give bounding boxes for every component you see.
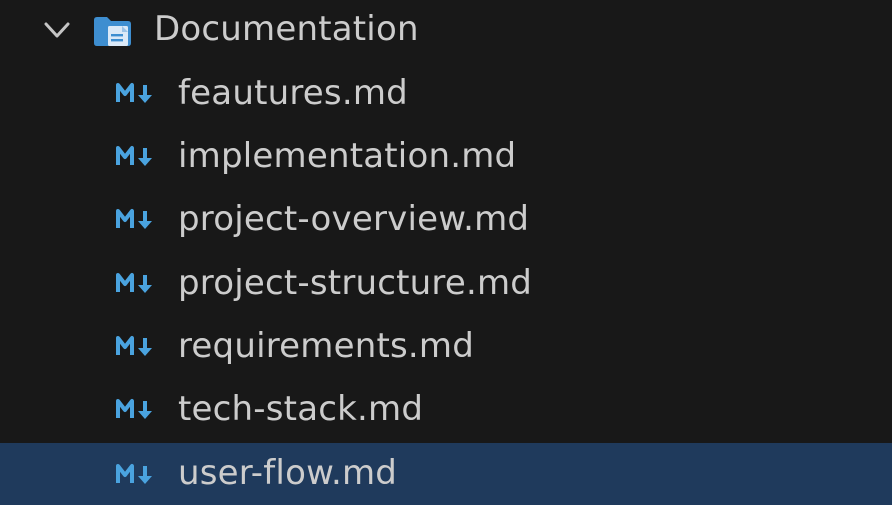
markdown-icon xyxy=(116,83,152,103)
file-row-implementation[interactable]: implementation.md xyxy=(0,125,892,187)
file-label: user-flow.md xyxy=(178,453,398,493)
file-label: project-overview.md xyxy=(178,199,530,239)
file-label: implementation.md xyxy=(178,136,517,176)
file-label: requirements.md xyxy=(178,326,475,366)
markdown-icon xyxy=(116,209,152,229)
folder-row-documentation[interactable]: Documentation xyxy=(0,0,892,58)
file-row-user-flow[interactable]: user-flow.md xyxy=(0,443,892,505)
markdown-icon xyxy=(116,146,152,166)
chevron-down-icon[interactable] xyxy=(40,16,76,44)
file-row-requirements[interactable]: requirements.md xyxy=(0,315,892,377)
file-row-feautures[interactable]: feautures.md xyxy=(0,62,892,124)
file-label: tech-stack.md xyxy=(178,389,424,429)
file-row-tech-stack[interactable]: tech-stack.md xyxy=(0,378,892,440)
markdown-icon xyxy=(116,399,152,419)
folder-docs-icon xyxy=(94,17,131,46)
markdown-icon xyxy=(116,336,152,356)
folder-label: Documentation xyxy=(154,9,419,49)
file-row-project-structure[interactable]: project-structure.md xyxy=(0,252,892,314)
file-label: project-structure.md xyxy=(178,263,533,303)
file-row-project-overview[interactable]: project-overview.md xyxy=(0,188,892,250)
markdown-icon xyxy=(116,273,152,293)
file-label: feautures.md xyxy=(178,73,408,113)
file-explorer-tree: Documentation feautures.md implementatio… xyxy=(0,0,892,505)
markdown-icon xyxy=(116,464,152,484)
